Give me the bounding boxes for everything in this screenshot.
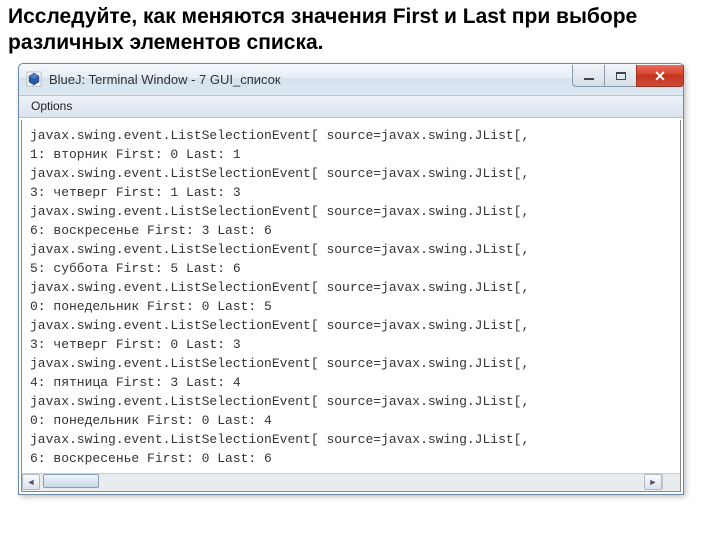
minimize-icon	[584, 78, 594, 80]
terminal-window: BlueJ: Terminal Window - 7 GUI_список ✕ …	[18, 63, 684, 495]
close-button[interactable]: ✕	[636, 65, 684, 87]
window-controls: ✕	[572, 65, 684, 87]
menu-options[interactable]: Options	[25, 97, 78, 115]
horizontal-scrollbar[interactable]: ◄ ►	[22, 473, 680, 491]
scroll-left-button[interactable]: ◄	[22, 474, 40, 490]
scrollbar-track[interactable]	[41, 474, 643, 490]
window-titlebar[interactable]: BlueJ: Terminal Window - 7 GUI_список ✕	[19, 64, 683, 96]
minimize-button[interactable]	[572, 65, 604, 87]
chevron-left-icon: ◄	[27, 477, 36, 487]
terminal-content: javax.swing.event.ListSelectionEvent[ so…	[21, 120, 681, 492]
chevron-right-icon: ►	[649, 477, 658, 487]
window-title: BlueJ: Terminal Window - 7 GUI_список	[49, 72, 572, 87]
scrollbar-corner	[662, 474, 680, 490]
maximize-button[interactable]	[604, 65, 636, 87]
scrollbar-thumb[interactable]	[43, 474, 99, 488]
menubar: Options	[19, 96, 683, 118]
maximize-icon	[616, 72, 626, 80]
bluej-icon	[25, 70, 43, 88]
terminal-output: javax.swing.event.ListSelectionEvent[ so…	[22, 120, 680, 468]
instruction-text: Исследуйте, как меняются значения First …	[0, 0, 720, 63]
scroll-right-button[interactable]: ►	[644, 474, 662, 490]
close-icon: ✕	[654, 69, 666, 83]
